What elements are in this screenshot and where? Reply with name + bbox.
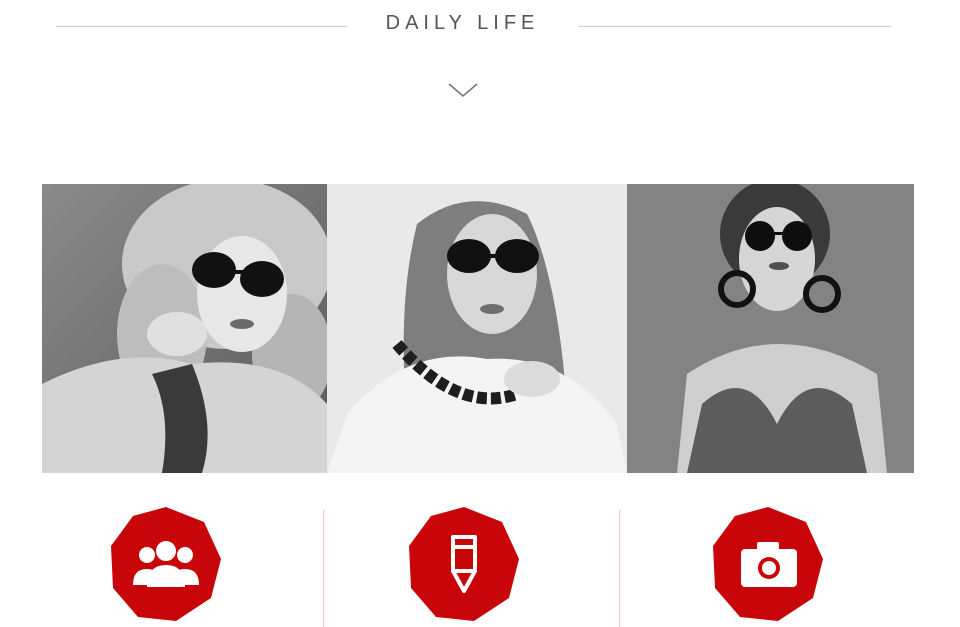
header-divider-right bbox=[578, 26, 891, 27]
camera-icon bbox=[713, 507, 823, 621]
feature-divider bbox=[323, 510, 324, 627]
photo-woman-round-sunglasses-earrings[interactable] bbox=[627, 184, 914, 473]
feature-badge-write[interactable] bbox=[405, 505, 523, 623]
feature-badge-photo[interactable] bbox=[709, 505, 827, 623]
header-divider-left bbox=[56, 26, 347, 27]
feature-badge-community[interactable] bbox=[107, 505, 225, 623]
chevron-down-icon[interactable] bbox=[447, 80, 479, 100]
photo-woman-long-hair-sunglasses-necklace[interactable] bbox=[327, 184, 627, 473]
section-title: DAILY LIFE bbox=[385, 12, 540, 34]
photo-woman-curly-hair-sunglasses[interactable] bbox=[42, 184, 327, 473]
pencil-icon bbox=[409, 507, 519, 621]
photo-gallery bbox=[42, 184, 914, 473]
features-row bbox=[0, 500, 960, 627]
feature-divider bbox=[619, 510, 620, 627]
section-header: DAILY LIFE bbox=[0, 0, 960, 60]
users-group-icon bbox=[111, 507, 221, 621]
